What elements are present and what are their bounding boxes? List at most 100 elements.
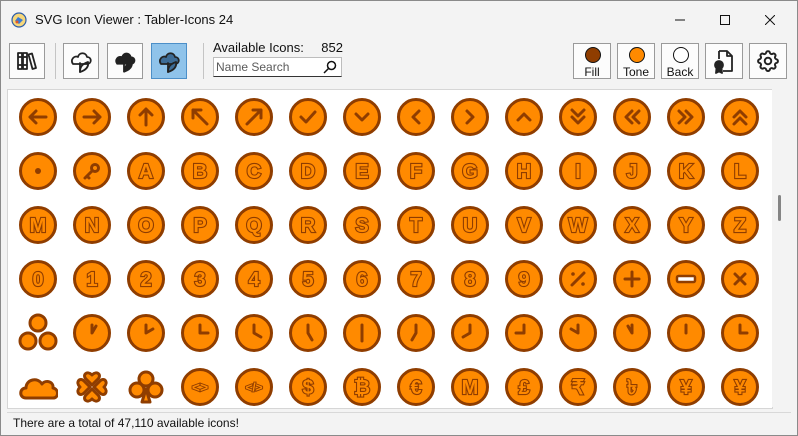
clock-hour-1-icon[interactable] (72, 313, 112, 353)
clock-hour-4-icon[interactable] (234, 313, 274, 353)
circle-number-9-icon[interactable]: 9 (504, 259, 544, 299)
circle-percentage-icon[interactable] (558, 259, 598, 299)
circle-number-5-icon[interactable]: 5 (288, 259, 328, 299)
coin-taka-icon[interactable]: ৳ (612, 367, 652, 407)
duotone-style-button[interactable] (151, 43, 187, 79)
clock-hour-10-icon[interactable] (558, 313, 598, 353)
coin-monero-icon[interactable]: M (450, 367, 490, 407)
circle-letter-i-icon[interactable]: I (558, 151, 598, 191)
svg-viewer-app-icon[interactable] (11, 12, 27, 28)
circle-key-icon[interactable] (72, 151, 112, 191)
clock-hour-9-icon[interactable] (504, 313, 544, 353)
circles-icon[interactable] (18, 313, 58, 353)
circle-letter-h-icon[interactable]: H (504, 151, 544, 191)
clock-hour-7-icon[interactable] (396, 313, 436, 353)
clock-hour-11-icon[interactable] (612, 313, 652, 353)
tone-color-button[interactable]: Tone (617, 43, 655, 79)
circle-letter-y-icon[interactable]: Y (666, 205, 706, 245)
circle-chevron-down-icon[interactable] (342, 97, 382, 137)
maximize-button[interactable] (702, 1, 748, 39)
scrollbar-thumb[interactable] (778, 195, 781, 221)
circle-letter-g-icon[interactable]: G (450, 151, 490, 191)
clubs-icon[interactable] (126, 367, 166, 407)
circle-letter-k-icon[interactable]: K (666, 151, 706, 191)
circle-number-1-icon[interactable]: 1 (72, 259, 112, 299)
circle-number-3-icon[interactable]: 3 (180, 259, 220, 299)
circle-letter-b-icon[interactable]: B (180, 151, 220, 191)
circle-letter-x-icon[interactable]: X (612, 205, 652, 245)
circle-arrow-up-right-icon[interactable] (234, 97, 274, 137)
clock-hour-5-icon[interactable] (288, 313, 328, 353)
circle-letter-d-icon[interactable]: D (288, 151, 328, 191)
circle-letter-u-icon[interactable]: U (450, 205, 490, 245)
name-search-input[interactable] (216, 59, 316, 75)
settings-button[interactable] (749, 43, 787, 79)
circle-letter-z-icon[interactable]: Z (720, 205, 760, 245)
circle-number-2-icon[interactable]: 2 (126, 259, 166, 299)
export-file-button[interactable] (705, 43, 743, 79)
circle-chevron-right-icon[interactable] (450, 97, 490, 137)
circle-letter-p-icon[interactable]: P (180, 205, 220, 245)
filled-style-button[interactable] (107, 43, 143, 79)
minimize-button[interactable] (657, 1, 703, 39)
circle-letter-c-icon[interactable]: C (234, 151, 274, 191)
circle-number-7-icon[interactable]: 7 (396, 259, 436, 299)
fill-color-button[interactable]: Fill (573, 43, 611, 79)
clock-hour-6-icon[interactable] (342, 313, 382, 353)
circle-plus-icon[interactable] (612, 259, 652, 299)
outline-style-button[interactable] (63, 43, 99, 79)
circle-letter-w-icon[interactable]: W (558, 205, 598, 245)
circle-dot-icon[interactable] (18, 151, 58, 191)
clock-hour-3-icon[interactable] (180, 313, 220, 353)
circle-number-4-icon[interactable]: 4 (234, 259, 274, 299)
circle-letter-e-icon[interactable]: E (342, 151, 382, 191)
search-icon[interactable] (323, 60, 337, 79)
circle-letter-n-icon[interactable]: N (72, 205, 112, 245)
circle-letter-t-icon[interactable]: T (396, 205, 436, 245)
coin-rupee-icon[interactable]: ₹ (558, 367, 598, 407)
cloud-icon[interactable] (18, 367, 59, 407)
clock-hour-8-icon[interactable] (450, 313, 490, 353)
coin-icon[interactable]: $ (288, 367, 328, 407)
circle-number-8-icon[interactable]: 8 (450, 259, 490, 299)
clock-hour-12-icon[interactable] (666, 313, 706, 353)
circle-letter-q-icon[interactable]: Q (234, 205, 274, 245)
vertical-scrollbar[interactable] (772, 89, 788, 407)
circle-chevrons-up-icon[interactable] (720, 97, 760, 137)
code-circle-2-icon[interactable]: </> (234, 367, 274, 407)
code-circle-icon[interactable]: <> (180, 367, 220, 407)
circle-chevrons-right-icon[interactable] (666, 97, 706, 137)
circle-letter-f-icon[interactable]: F (396, 151, 436, 191)
circle-letter-v-icon[interactable]: V (504, 205, 544, 245)
clock-hour-2-icon[interactable] (126, 313, 166, 353)
circle-check-icon[interactable] (288, 97, 328, 137)
circle-x-icon[interactable] (720, 259, 760, 299)
circle-chevron-left-icon[interactable] (396, 97, 436, 137)
circle-letter-m-icon[interactable]: M (18, 205, 58, 245)
circle-arrow-up-left-icon[interactable] (180, 97, 220, 137)
circle-letter-a-icon[interactable]: A (126, 151, 166, 191)
clover-icon[interactable] (72, 367, 112, 407)
coin-yen-icon[interactable]: ¥ (666, 367, 706, 407)
circle-letter-s-icon[interactable]: S (342, 205, 382, 245)
coin-bitcoin-icon[interactable]: ₿ (342, 367, 382, 407)
circle-letter-r-icon[interactable]: R (288, 205, 328, 245)
circle-letter-o-icon[interactable]: O (126, 205, 166, 245)
circle-chevrons-left-icon[interactable] (612, 97, 652, 137)
coin-euro-icon[interactable]: € (396, 367, 436, 407)
back-color-button[interactable]: Back (661, 43, 699, 79)
circle-minus-icon[interactable] (666, 259, 706, 299)
circle-letter-l-icon[interactable]: L (720, 151, 760, 191)
icon-grid-panel[interactable]: A B C D E F G H I J K L M N O P Q R S T U V W X Y Z 0 1 2 3 4 5 6 7 8 9 <> <… (7, 89, 773, 409)
circle-number-0-icon[interactable]: 0 (18, 259, 58, 299)
close-button[interactable] (747, 1, 793, 39)
name-search-box[interactable] (213, 57, 342, 77)
circle-chevrons-down-icon[interactable] (558, 97, 598, 137)
circle-arrow-right-icon[interactable] (72, 97, 112, 137)
coin-pound-icon[interactable]: £ (504, 367, 544, 407)
circle-arrow-up-icon[interactable] (126, 97, 166, 137)
clock-icon[interactable] (720, 313, 760, 353)
circle-number-6-icon[interactable]: 6 (342, 259, 382, 299)
circle-letter-j-icon[interactable]: J (612, 151, 652, 191)
circle-arrow-left-icon[interactable] (18, 97, 58, 137)
